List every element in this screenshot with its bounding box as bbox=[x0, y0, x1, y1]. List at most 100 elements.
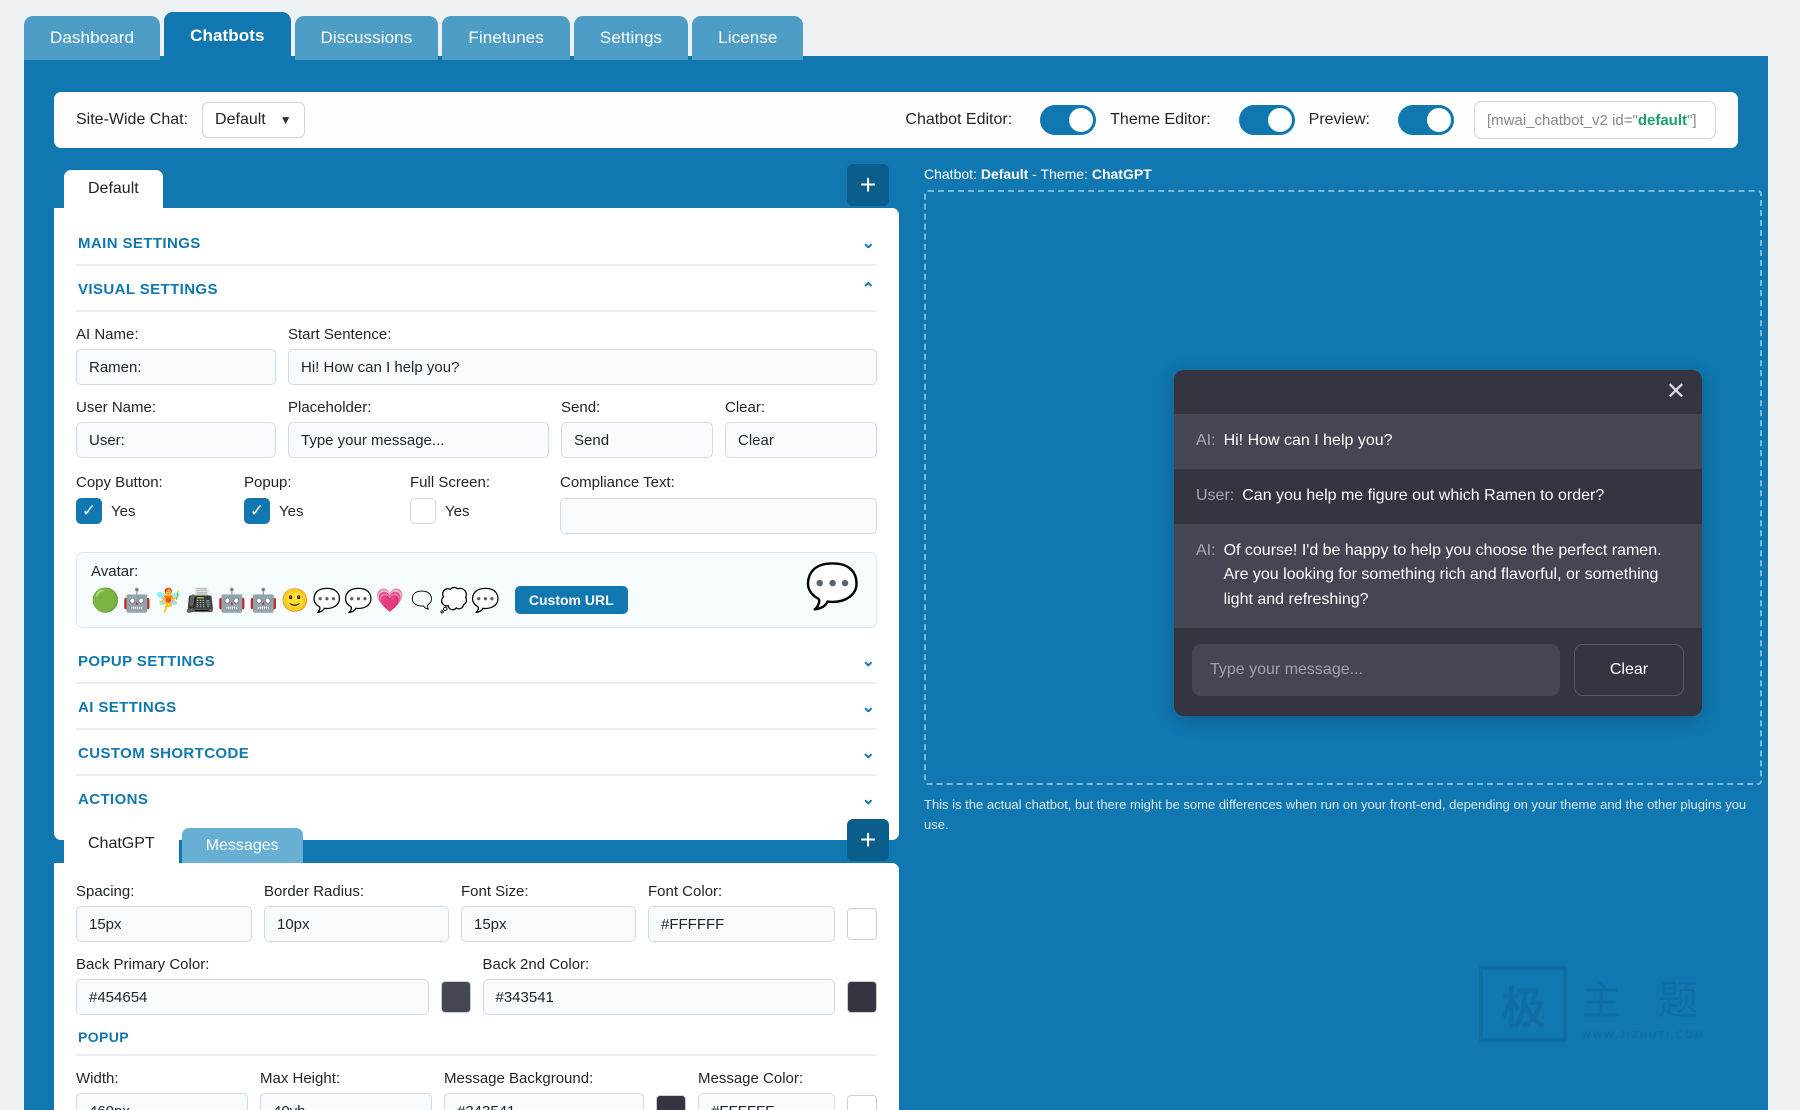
popup-checkbox[interactable]: ✓ bbox=[244, 498, 270, 524]
avatar-bubble-green-icon[interactable]: 💬 bbox=[344, 589, 373, 612]
copy-button-label: Copy Button: bbox=[76, 474, 244, 491]
preview-title-prefix: Chatbot: bbox=[924, 166, 981, 182]
message-background-input[interactable]: #343541 bbox=[444, 1093, 644, 1110]
border-radius-input[interactable]: 10px bbox=[264, 906, 449, 942]
top-toolbar: Site-Wide Chat: Default ▼ Chatbot Editor… bbox=[54, 92, 1738, 148]
section-title: POPUP SETTINGS bbox=[78, 653, 215, 670]
close-icon[interactable]: ✕ bbox=[1666, 380, 1686, 404]
back-primary-input[interactable]: #454654 bbox=[76, 979, 429, 1015]
field-back-primary: Back Primary Color: #454654 bbox=[76, 956, 429, 1015]
popup-yes-label: Yes bbox=[279, 503, 303, 520]
preview-toggle[interactable] bbox=[1398, 105, 1454, 135]
avatar-robot-red-icon[interactable]: 🤖 bbox=[123, 589, 152, 612]
back-second-input[interactable]: #343541 bbox=[483, 979, 836, 1015]
avatar-openai-icon[interactable]: 🟢 bbox=[91, 589, 120, 612]
avatar-bubble-outline-icon[interactable]: 🗨 bbox=[407, 589, 436, 612]
avatar-bubble-blue-icon[interactable]: 💬 bbox=[312, 589, 341, 612]
theme-tab-chatgpt[interactable]: ChatGPT bbox=[64, 825, 179, 863]
theme-card-body: Spacing: 15px Border Radius: 10px Font S… bbox=[54, 863, 899, 1110]
add-theme-button[interactable]: + bbox=[847, 819, 889, 861]
row-back-colors: Back Primary Color: #454654 Back 2nd Col… bbox=[76, 956, 877, 1015]
section-title: AI SETTINGS bbox=[78, 699, 177, 716]
section-actions[interactable]: ACTIONS ⌄ bbox=[76, 776, 877, 820]
avatar-label: Avatar: bbox=[91, 563, 862, 580]
compliance-text-label: Compliance Text: bbox=[560, 474, 877, 491]
shortcode-id: default bbox=[1638, 112, 1687, 129]
font-size-input[interactable]: 15px bbox=[461, 906, 636, 942]
max-height-input[interactable]: 40vh bbox=[260, 1093, 432, 1110]
section-ai-settings[interactable]: AI SETTINGS ⌄ bbox=[76, 684, 877, 730]
compliance-text-input[interactable] bbox=[560, 498, 877, 534]
avatar-bubble-darkgreen-icon[interactable]: 💬 bbox=[471, 589, 500, 612]
tab-chatbots[interactable]: Chatbots bbox=[164, 12, 290, 60]
shortcode-suffix: "] bbox=[1687, 112, 1697, 129]
section-main-settings[interactable]: MAIN SETTINGS ⌄ bbox=[76, 220, 877, 266]
max-height-label: Max Height: bbox=[260, 1070, 432, 1087]
custom-url-button[interactable]: Custom URL bbox=[515, 586, 628, 614]
shortcode-prefix: [mwai_chatbot_v2 id=" bbox=[1487, 112, 1638, 129]
toggle-knob bbox=[1069, 108, 1093, 132]
section-visual-settings[interactable]: VISUAL SETTINGS ⌃ bbox=[76, 266, 877, 312]
back-second-swatch[interactable] bbox=[847, 981, 877, 1013]
message-text: Of course! I'd be happy to help you choo… bbox=[1224, 539, 1680, 613]
preview-label: Preview: bbox=[1309, 111, 1370, 129]
ai-name-input[interactable]: Ramen: bbox=[76, 349, 276, 385]
watermark: 极 主 题 WWW.JIZHUTI.COM bbox=[1479, 966, 1710, 1042]
full-screen-checkbox[interactable] bbox=[410, 498, 436, 524]
avatar-genie-icon[interactable]: 🧚 bbox=[154, 589, 183, 612]
site-wide-chat-select[interactable]: Default ▼ bbox=[202, 102, 305, 138]
chatbot-editor-card: Default + MAIN SETTINGS ⌄ VISUAL SETTING… bbox=[54, 166, 899, 840]
chat-clear-button[interactable]: Clear bbox=[1574, 644, 1684, 696]
tab-finetunes[interactable]: Finetunes bbox=[442, 16, 570, 60]
chatbot-editor-label: Chatbot Editor: bbox=[905, 111, 1012, 129]
field-back-second: Back 2nd Color: #343541 bbox=[483, 956, 836, 1015]
chat-message-input[interactable]: Type your message... bbox=[1192, 644, 1560, 696]
clear-input[interactable]: Clear bbox=[725, 422, 877, 458]
row-name-start: AI Name: Ramen: Start Sentence: Hi! How … bbox=[76, 326, 877, 385]
copy-button-checkbox[interactable]: ✓ bbox=[76, 498, 102, 524]
field-font-size: Font Size: 15px bbox=[461, 883, 636, 942]
add-chatbot-button[interactable]: + bbox=[847, 164, 889, 206]
tab-discussions[interactable]: Discussions bbox=[295, 16, 439, 60]
avatar-robot-purple-icon[interactable]: 🤖 bbox=[218, 589, 247, 612]
message-author: AI: bbox=[1196, 429, 1216, 454]
width-input[interactable]: 460px bbox=[76, 1093, 248, 1110]
message-background-swatch[interactable] bbox=[656, 1095, 686, 1110]
spacing-input[interactable]: 15px bbox=[76, 906, 252, 942]
preview-title-separator: - Theme: bbox=[1028, 166, 1092, 182]
message-color-swatch[interactable] bbox=[847, 1095, 877, 1110]
chat-message-ai-1: AI: Hi! How can I help you? bbox=[1174, 414, 1702, 469]
theme-tab-messages[interactable]: Messages bbox=[182, 828, 303, 863]
chatbot-tab-default[interactable]: Default bbox=[64, 170, 163, 208]
message-color-input[interactable]: #FFFFFF bbox=[698, 1093, 835, 1110]
avatar-console-icon[interactable]: 📠 bbox=[186, 589, 215, 612]
section-custom-shortcode[interactable]: CUSTOM SHORTCODE ⌄ bbox=[76, 730, 877, 776]
tab-dashboard[interactable]: Dashboard bbox=[24, 16, 160, 60]
field-font-color: Font Color: #FFFFFF bbox=[648, 883, 835, 942]
preview-chatbot-name: Default bbox=[981, 166, 1028, 182]
back-primary-swatch[interactable] bbox=[441, 981, 471, 1013]
avatar-robot-blue-icon[interactable]: 🤖 bbox=[249, 589, 278, 612]
font-color-input[interactable]: #FFFFFF bbox=[648, 906, 835, 942]
preview-column: Chatbot: Default - Theme: ChatGPT ✕ AI: … bbox=[924, 166, 1762, 834]
user-name-input[interactable]: User: bbox=[76, 422, 276, 458]
tab-license[interactable]: License bbox=[692, 16, 803, 60]
shortcode-input[interactable]: [mwai_chatbot_v2 id="default"] bbox=[1474, 101, 1716, 139]
font-color-swatch[interactable] bbox=[847, 908, 877, 940]
send-input[interactable]: Send bbox=[561, 422, 713, 458]
avatar-face-yellow-icon[interactable]: 🙂 bbox=[281, 589, 310, 612]
user-name-label: User Name: bbox=[76, 399, 276, 416]
start-sentence-input[interactable]: Hi! How can I help you? bbox=[288, 349, 877, 385]
field-message-color: Message Color: #FFFFFF bbox=[698, 1070, 835, 1110]
main-tab-bar: Dashboard Chatbots Discussions Finetunes… bbox=[24, 12, 1768, 60]
avatar-heart-pink-icon[interactable]: 💗 bbox=[376, 589, 405, 612]
full-screen-label: Full Screen: bbox=[410, 474, 560, 491]
placeholder-input[interactable]: Type your message... bbox=[288, 422, 549, 458]
tab-settings[interactable]: Settings bbox=[574, 16, 688, 60]
theme-editor-toggle[interactable] bbox=[1239, 105, 1295, 135]
ai-name-label: AI Name: bbox=[76, 326, 276, 343]
section-popup-settings[interactable]: POPUP SETTINGS ⌄ bbox=[76, 638, 877, 684]
chatbot-editor-toggle[interactable] bbox=[1040, 105, 1096, 135]
section-title: ACTIONS bbox=[78, 791, 148, 808]
avatar-bubble-square-icon[interactable]: 💭 bbox=[440, 589, 469, 612]
